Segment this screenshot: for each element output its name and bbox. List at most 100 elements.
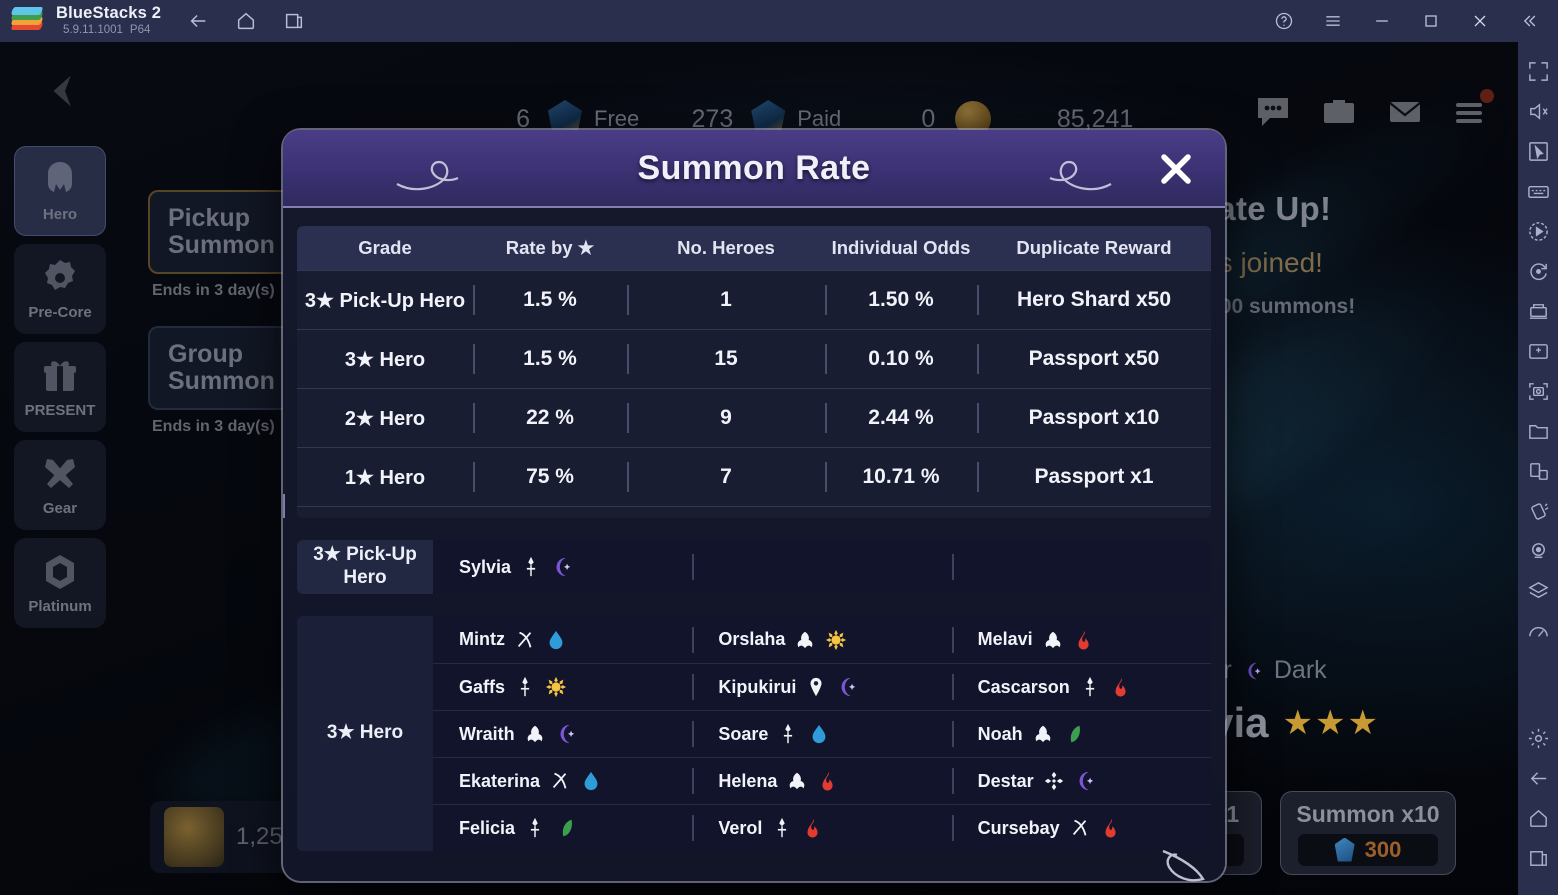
- sidebar-item-gear[interactable]: Gear: [14, 440, 106, 530]
- hero-cell[interactable]: Destar: [952, 758, 1211, 804]
- app-title-block: BlueStacks 2 5.9.11.1001 P64: [56, 5, 161, 37]
- free-label: Free: [594, 106, 640, 131]
- hero-name: Wraith: [459, 723, 515, 744]
- hero-cell[interactable]: Felicia: [433, 805, 692, 851]
- hero-cell[interactable]: Orslaha: [692, 616, 951, 663]
- sidebar-item-hero[interactable]: Hero: [14, 146, 106, 236]
- folder-icon[interactable]: [1523, 416, 1553, 446]
- hero-cell[interactable]: Cursebay: [952, 805, 1211, 851]
- modal-header: Summon Rate: [283, 130, 1225, 208]
- hero-cell[interactable]: Gaffs: [433, 664, 692, 710]
- column-header-rate: Rate by ★: [473, 237, 627, 259]
- hero-cell[interactable]: Soare: [692, 711, 951, 757]
- bow-icon: [514, 629, 536, 651]
- sidebar-item-platinum[interactable]: Platinum: [14, 538, 106, 628]
- earth-icon: [555, 817, 577, 839]
- fullscreen-icon[interactable]: [1523, 56, 1553, 86]
- home-icon[interactable]: [1523, 803, 1553, 833]
- cell-odds: 0.10 %: [825, 347, 977, 371]
- cell-heroes: 9: [627, 406, 825, 430]
- cell-rate: 1.5 %: [473, 288, 627, 312]
- sidebar-item-label: Hero: [42, 206, 78, 223]
- recents-icon[interactable]: [283, 10, 305, 32]
- hero-cell[interactable]: Cascarson: [952, 664, 1211, 710]
- titlebar: BlueStacks 2 5.9.11.1001 P64: [0, 0, 1558, 42]
- home-icon[interactable]: [235, 10, 257, 32]
- three-star-hero-section: 3★ Hero Mintz Orslaha Melavi Gaffs Kipuk…: [297, 616, 1211, 851]
- bluestacks-toolbar: [1518, 42, 1558, 895]
- table-row: 3★ Pick-Up Hero 1.5 % 1 1.50 % Hero Shar…: [297, 270, 1211, 329]
- spear-icon: [1079, 676, 1101, 698]
- multi-instance-icon[interactable]: [1523, 296, 1553, 326]
- collapse-icon[interactable]: [1518, 10, 1540, 32]
- cell-grade: 2★ Hero: [344, 407, 426, 430]
- minimize-icon[interactable]: [1371, 10, 1393, 32]
- maximize-icon[interactable]: [1420, 10, 1442, 32]
- game-hud-icons: [1254, 89, 1494, 130]
- gem-icon: [1334, 837, 1355, 862]
- chat-icon[interactable]: [1254, 94, 1292, 130]
- game-sidebar: Hero Pre-Core PRESENT Gear Platinum: [14, 146, 106, 628]
- multi-window-icon[interactable]: [1523, 456, 1553, 486]
- cursor-icon[interactable]: [1523, 136, 1553, 166]
- hero-name: Orslaha: [718, 629, 786, 649]
- hero-name: Kipukirui: [718, 676, 797, 697]
- hero-cell[interactable]: Sylvia: [433, 540, 692, 594]
- hero-cell[interactable]: Verol: [692, 805, 951, 851]
- three-star-hero-grid: Mintz Orslaha Melavi Gaffs Kipukirui Cas…: [433, 616, 1211, 851]
- help-icon[interactable]: [1273, 10, 1295, 32]
- cell-rate: 75 %: [473, 465, 627, 489]
- hero-row: Ekaterina Helena Destar: [433, 757, 1211, 804]
- menu-icon[interactable]: [1322, 10, 1344, 32]
- section-label-three-star: 3★ Hero: [297, 616, 433, 851]
- summon-rate-table: Grade Rate by ★ No. Heroes Individual Od…: [297, 226, 1211, 518]
- back-icon[interactable]: [1523, 763, 1553, 793]
- summon-x10-button[interactable]: Summon x10 300: [1280, 791, 1456, 875]
- hero-cell[interactable]: Helena: [692, 758, 951, 804]
- summon-x10-label: Summon x10: [1296, 800, 1440, 827]
- hero-cell[interactable]: Ekaterina: [433, 758, 692, 804]
- gem-icon: [39, 551, 81, 593]
- macro-play-icon[interactable]: [1523, 216, 1553, 246]
- hero-name: Ekaterina: [459, 770, 541, 791]
- mage-icon: [1032, 723, 1054, 745]
- close-icon[interactable]: [1469, 10, 1491, 32]
- bow-icon: [549, 770, 571, 792]
- screenshot-icon[interactable]: [1523, 376, 1553, 406]
- healer-icon: [805, 676, 827, 698]
- banner-title: Pickup Summon: [168, 204, 275, 259]
- hero-cell[interactable]: Melavi: [952, 616, 1211, 663]
- mail-icon[interactable]: [1386, 94, 1424, 130]
- settings-gear-icon[interactable]: [1523, 723, 1553, 753]
- mage-icon: [524, 723, 546, 745]
- window-controls: [1273, 0, 1558, 42]
- mute-icon[interactable]: [1523, 96, 1553, 126]
- hero-cell[interactable]: Noah: [952, 711, 1211, 757]
- toolbar-bottom-group: [1523, 723, 1553, 895]
- close-icon[interactable]: [1153, 146, 1199, 192]
- sidebar-item-pre-core[interactable]: Pre-Core: [14, 244, 106, 334]
- game-back-button[interactable]: [36, 62, 94, 120]
- shake-icon[interactable]: [1523, 496, 1553, 526]
- layers-icon[interactable]: [1523, 576, 1553, 606]
- sidebar-item-present[interactable]: PRESENT: [14, 342, 106, 432]
- hero-cell[interactable]: Kipukirui: [692, 664, 951, 710]
- performance-icon[interactable]: [1523, 616, 1553, 646]
- fire-icon: [817, 770, 839, 792]
- keyboard-icon[interactable]: [1523, 176, 1553, 206]
- modal-body: Grade Rate by ★ No. Heroes Individual Od…: [283, 208, 1225, 851]
- hero-name: Destar: [977, 770, 1034, 791]
- flourish-ornament-icon: [395, 154, 485, 196]
- cell-reward: Hero Shard x50: [977, 288, 1211, 312]
- hero-cell[interactable]: Wraith: [433, 711, 692, 757]
- hero-cell[interactable]: Mintz: [433, 616, 692, 663]
- apk-install-icon[interactable]: [1523, 336, 1553, 366]
- menu-icon[interactable]: [1452, 89, 1494, 130]
- cell-rate: 22 %: [473, 406, 627, 430]
- location-icon[interactable]: [1523, 536, 1553, 566]
- rotate-icon[interactable]: [1523, 256, 1553, 286]
- recents-icon[interactable]: [1523, 843, 1553, 873]
- back-icon[interactable]: [187, 10, 209, 32]
- dark-icon: [555, 723, 577, 745]
- bag-icon[interactable]: [1320, 94, 1358, 130]
